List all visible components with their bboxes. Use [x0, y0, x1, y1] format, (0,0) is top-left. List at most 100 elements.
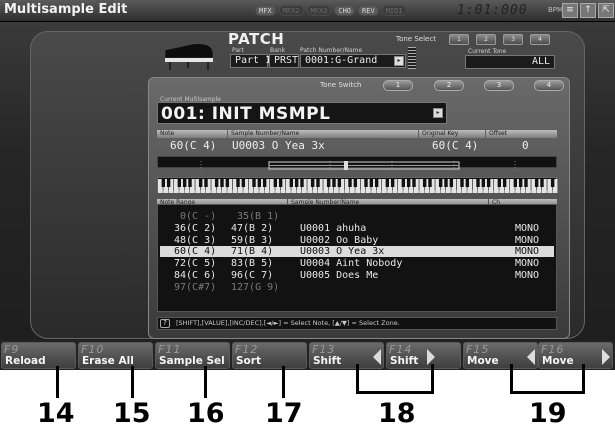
up-arrow-icon[interactable]: ↑ — [580, 3, 596, 18]
black-key — [348, 179, 352, 187]
callout-bracket-19-base — [510, 391, 585, 394]
original-key-value[interactable]: 60(C 4) — [432, 139, 478, 152]
list-item[interactable]: 72(C 5) 83(B 5) U0004 Aint Nobody MONO — [160, 258, 554, 269]
list-item[interactable]: 84(C 6) 96(C 7) U0005 Does Me MONO — [160, 270, 554, 281]
f11-sample-sel-button[interactable]: F11 Sample Sel — [155, 342, 230, 369]
f15-move-left-button[interactable]: F15 Move — [463, 342, 538, 369]
black-key — [204, 179, 208, 187]
f12-sort-button[interactable]: F12 Sort — [232, 342, 307, 369]
zone-ch: MONO — [515, 270, 540, 281]
song-position: 1:01:000 — [457, 3, 528, 18]
tone-switch-2[interactable]: 2 — [434, 80, 464, 91]
black-key — [540, 179, 544, 187]
black-key — [460, 179, 464, 187]
black-key — [497, 179, 502, 187]
callout-16: 16 — [187, 398, 225, 429]
part-field[interactable]: Part 1 — [230, 54, 271, 68]
patch-number-field[interactable]: 0001:G-Grand — [300, 54, 406, 68]
black-key — [374, 179, 379, 187]
patch-number-caption: Patch Number/Name — [300, 47, 363, 54]
fkey-label: Erase All — [82, 355, 134, 367]
range-low: 72(C 5) — [174, 258, 217, 269]
right-arrow-icon — [602, 349, 610, 365]
fkey-label: Move — [467, 355, 499, 367]
tone-switch-1[interactable]: 1 — [383, 80, 413, 91]
tone-select-3[interactable]: 3 — [503, 34, 523, 45]
note-range-track — [157, 156, 557, 171]
tone-select-label: Tone Select — [396, 35, 436, 43]
fkey-label: Shift — [313, 355, 342, 367]
tone-select-1[interactable]: 1 — [449, 34, 469, 45]
callout-line-14 — [56, 366, 59, 398]
zone-sample: U0004 Aint Nobody — [300, 258, 403, 269]
black-key — [198, 179, 203, 187]
range-low: 60(C 4) — [174, 246, 217, 257]
offset-value[interactable]: 0 — [522, 139, 529, 152]
black-key — [486, 179, 491, 187]
keyboard-keys — [158, 179, 558, 193]
f13-shift-left-button[interactable]: F13 Shift — [309, 342, 384, 369]
tone-switch-4[interactable]: 4 — [534, 80, 564, 91]
fkey-label: Reload — [5, 355, 46, 367]
tone-select-2[interactable]: 2 — [476, 34, 496, 45]
tone-select-4[interactable]: 4 — [530, 34, 550, 45]
range-high: 127(G 9) — [231, 282, 280, 293]
list-item[interactable]: 97(C#7) 127(G 9) — [160, 282, 554, 293]
range-high: 71(B 4) — [231, 246, 274, 257]
black-key — [428, 179, 432, 187]
black-key — [481, 179, 486, 187]
black-key — [518, 179, 523, 187]
range-low: 84(C 6) — [174, 270, 217, 281]
multisample-edit-screen: Multisample Edit MFX MFX2 MFX3 CHO REV M… — [0, 0, 615, 370]
multisample-dropdown-icon[interactable]: ▸ — [433, 108, 443, 118]
range-low: 36(C 2) — [174, 223, 217, 234]
menu-icon[interactable]: ≡ — [562, 3, 578, 18]
exit-icon[interactable]: ⇱ — [598, 3, 614, 18]
black-key — [369, 179, 374, 187]
tone-switch-3[interactable]: 3 — [484, 80, 514, 91]
black-key — [449, 179, 454, 187]
black-key — [310, 179, 315, 187]
black-key — [444, 179, 448, 187]
note-caption: Note — [157, 130, 227, 138]
help-icon: ? — [160, 319, 170, 328]
f14-shift-right-button[interactable]: F14 Shift — [386, 342, 461, 369]
zone-sample: U0003 O Yea 3x — [300, 246, 385, 257]
f9-reload-button[interactable]: F9 Reload — [1, 342, 76, 369]
f16-move-right-button[interactable]: F16 Move — [538, 342, 613, 369]
black-key — [273, 179, 278, 187]
black-key — [406, 179, 411, 187]
black-key — [438, 179, 443, 187]
black-key — [166, 179, 171, 187]
list-item-selected[interactable]: 60(C 4) 71(B 4) U0003 O Yea 3x MONO — [160, 246, 554, 257]
part-caption: Part — [232, 47, 244, 54]
patch-dropdown-icon[interactable]: ▸ — [394, 56, 404, 66]
black-key — [300, 179, 304, 187]
callout-bracket-18-left — [356, 364, 359, 394]
f10-erase-all-button[interactable]: F10 Erase All — [78, 342, 153, 369]
sample-value[interactable]: U0003 O Yea 3x — [232, 139, 325, 152]
black-key — [337, 179, 342, 187]
zone-ch: MONO — [515, 258, 540, 269]
black-key — [401, 179, 406, 187]
black-key — [513, 179, 518, 187]
zone-ch: MONO — [515, 235, 540, 246]
black-key — [188, 179, 192, 187]
black-key — [476, 179, 480, 187]
note-value[interactable]: 60(C 4) — [170, 139, 216, 152]
fkey-label: Shift — [390, 355, 419, 367]
list-item[interactable]: 36(C 2) 47(B 2) U0001 ahuha MONO — [160, 223, 554, 234]
callout-bracket-19-right — [582, 364, 585, 394]
list-item[interactable]: 0(C -) 35(B 1) — [160, 211, 554, 222]
current-tone-field[interactable]: ALL — [465, 55, 555, 69]
range-high: 47(B 2) — [231, 223, 274, 234]
callout-18: 18 — [378, 398, 416, 429]
zone-sample: U0005 Does Me — [300, 270, 379, 281]
list-item[interactable]: 48(C 3) 59(B 3) U0002 Oo Baby MONO — [160, 235, 554, 246]
black-key — [177, 179, 182, 187]
bank-field[interactable]: PRST — [269, 54, 299, 68]
mfx-indicator: MFX — [255, 5, 276, 16]
keyboard-display[interactable] — [157, 177, 558, 193]
zone-sample: U0002 Oo Baby — [300, 235, 379, 246]
help-bar: [SHIFT],[VALUE],[INC/DEC],[◄/►] = Select… — [157, 317, 557, 330]
